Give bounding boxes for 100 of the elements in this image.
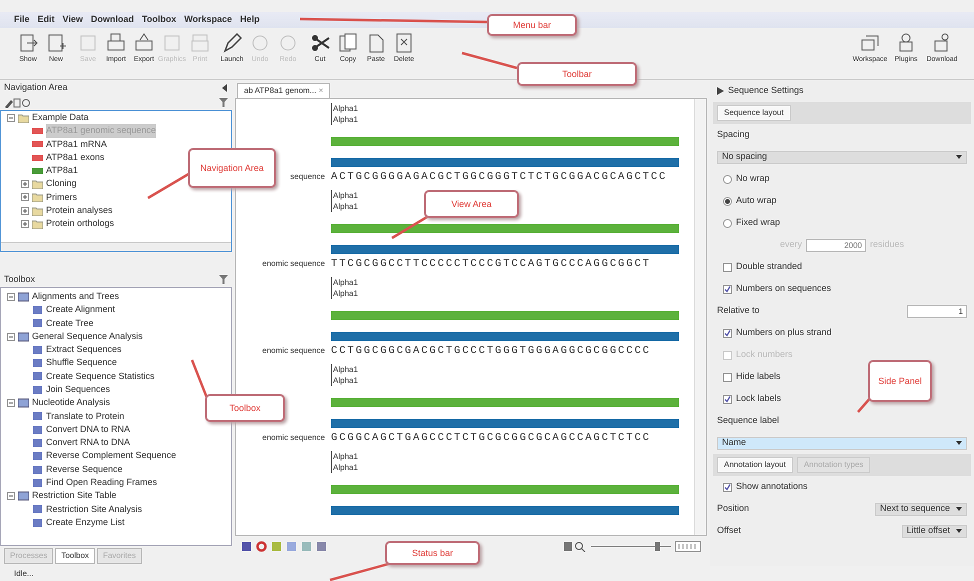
protein-icon: [32, 166, 43, 176]
radio-button[interactable]: [723, 196, 732, 206]
tree-item[interactable]: Protein analyses: [46, 204, 113, 218]
menu-item[interactable]: Workspace: [184, 13, 232, 27]
tree-item[interactable]: Create Tree: [46, 316, 94, 330]
tree-item[interactable]: Create Enzyme List: [46, 516, 125, 530]
annotation-label: Alpha1: [331, 288, 679, 299]
toolbox-folder-icon: [18, 332, 29, 342]
checkbox[interactable]: [723, 372, 732, 382]
option-label: Auto wrap: [736, 194, 777, 208]
tool-icon: [32, 344, 43, 355]
zoom-slider[interactable]: [591, 540, 671, 552]
tree-item[interactable]: Find Open Reading Frames: [46, 476, 158, 490]
tool-icon: [32, 384, 43, 395]
tree-item[interactable]: ATP8a1: [46, 164, 78, 178]
sequence-icon: [32, 126, 43, 136]
collapse-icon[interactable]: [7, 332, 15, 341]
annotation-label: Alpha1: [331, 462, 679, 473]
dropdown[interactable]: Next to sequence: [874, 502, 967, 516]
menu-item[interactable]: Download: [90, 13, 134, 27]
field-label: Spacing: [717, 128, 750, 142]
tree-item[interactable]: Example Data: [32, 111, 89, 124]
sequence-text: ACTGCGGGGAGACGCTGGCGGGTCTCTGCGGACGCAGCTCC: [331, 170, 668, 185]
dropdown[interactable]: Little offset: [902, 524, 967, 538]
fit-width-icon[interactable]: [675, 540, 701, 552]
sequence-text: CCTGGCGGCGACGCTGCCCTGGGTGGGAGGCGCGGCCCC: [331, 344, 652, 359]
filter-icon[interactable]: [219, 275, 228, 284]
circle-icon[interactable]: [256, 540, 267, 552]
menu-item[interactable]: File: [14, 13, 30, 27]
tree-item[interactable]: Convert DNA to RNA: [46, 422, 130, 436]
tree-item[interactable]: Reverse Complement Sequence: [46, 449, 176, 463]
option-label: Show annotations: [736, 480, 808, 494]
menu-item[interactable]: Edit: [38, 13, 55, 27]
tree-item[interactable]: General Sequence Analysis: [32, 330, 143, 344]
collapse-icon[interactable]: [221, 84, 228, 92]
sequence-name: sequence: [290, 171, 325, 183]
filter-icon[interactable]: [219, 98, 228, 107]
panel-title: Navigation Area: [4, 80, 68, 94]
tool-icon: [32, 504, 43, 514]
delete-document-icon: [394, 31, 414, 55]
expand-icon[interactable]: [21, 180, 29, 188]
input-field[interactable]: 2000: [806, 238, 866, 252]
expand-icon[interactable]: [21, 206, 29, 215]
scrollbar[interactable]: [1, 242, 231, 251]
tool-icon: [32, 464, 43, 474]
menu-item[interactable]: Help: [240, 13, 260, 27]
tree-item[interactable]: Restriction Site Analysis: [46, 502, 142, 516]
callout-label: Status bar: [385, 541, 480, 565]
slider-thumb[interactable]: [654, 542, 660, 550]
section-tab[interactable]: Annotation layout: [717, 457, 793, 473]
checkbox[interactable]: [723, 262, 732, 272]
annotation-label: Alpha1: [331, 375, 679, 386]
dropdown[interactable]: No spacing: [717, 150, 967, 164]
tree-item[interactable]: Shuffle Sequence: [46, 356, 117, 370]
tree-item[interactable]: Translate to Protein: [46, 410, 124, 424]
tree-item[interactable]: ATP8a1 exons: [46, 150, 104, 164]
checkbox[interactable]: [723, 482, 732, 492]
input-field[interactable]: 1: [907, 304, 967, 318]
sequence-text: GCGGCAGCTGAGCCCTCTGCGCGGCGCAGCCAGCTCTCC: [331, 431, 652, 446]
tree-item[interactable]: Protein orthologs: [46, 217, 114, 231]
tree-item[interactable]: Convert RNA to DNA: [46, 436, 130, 450]
menu-item[interactable]: View: [62, 13, 83, 27]
scrollbar[interactable]: [694, 99, 706, 535]
checkbox[interactable]: [723, 284, 732, 294]
checkbox[interactable]: [723, 394, 732, 404]
radio-button[interactable]: [723, 218, 732, 228]
expand-icon[interactable]: [21, 193, 29, 202]
tree-item[interactable]: Join Sequences: [46, 382, 110, 396]
option-label: Hide labels: [736, 370, 781, 384]
expand-icon[interactable]: [717, 87, 724, 95]
zoom-icon[interactable]: [563, 540, 587, 552]
collapse-icon[interactable]: [7, 292, 15, 301]
panel-tab[interactable]: Toolbox: [55, 548, 95, 564]
collapse-icon[interactable]: [7, 492, 15, 500]
annotation-label: Alpha1: [331, 277, 679, 288]
tree-item[interactable]: Nucleotide Analysis: [32, 396, 110, 410]
expand-icon[interactable]: [21, 220, 29, 228]
radio-button[interactable]: [723, 174, 732, 184]
tree-item[interactable]: Extract Sequences: [46, 343, 122, 357]
menu-item[interactable]: Toolbox: [142, 13, 176, 27]
tree-item[interactable]: ATP8a1 mRNA: [46, 138, 107, 151]
tree-item[interactable]: Alignments and Trees: [32, 290, 120, 304]
option-label: Numbers on plus strand: [736, 326, 832, 340]
tree-item[interactable]: Create Alignment: [46, 303, 116, 317]
tree-item[interactable]: Create Sequence Statistics: [46, 370, 155, 384]
folder-icon: [18, 112, 29, 123]
option-label: Numbers on sequences: [736, 282, 832, 296]
document-tab[interactable]: ab ATP8a1 genom... ×: [237, 83, 330, 98]
dropdown[interactable]: Name: [717, 436, 967, 450]
caret-icon: [956, 441, 962, 445]
tree-item[interactable]: Primers: [46, 190, 77, 204]
annotation-label: Alpha1: [331, 114, 679, 125]
section-tab[interactable]: Sequence layout: [717, 105, 791, 121]
checkbox[interactable]: [723, 328, 732, 338]
tree-item[interactable]: Restriction Site Table: [32, 489, 116, 503]
tool-icon: [32, 411, 43, 422]
collapse-icon[interactable]: [7, 399, 15, 408]
tree-item[interactable]: Cloning: [46, 177, 77, 191]
tree-item[interactable]: Reverse Sequence: [46, 462, 123, 476]
collapse-icon[interactable]: [7, 114, 15, 122]
